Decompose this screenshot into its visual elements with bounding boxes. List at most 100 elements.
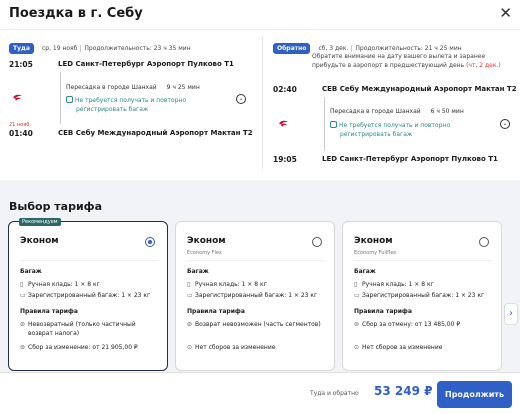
bag-icon: ▯ bbox=[187, 281, 191, 288]
warning-date: (чт, 2 дек.) bbox=[466, 62, 501, 69]
hand-luggage-text: Ручная кладь: 1 × 8 кг bbox=[362, 281, 434, 288]
divider bbox=[20, 260, 158, 261]
suitcase-icon: ▭ bbox=[20, 292, 26, 299]
tariff-radio[interactable] bbox=[312, 237, 322, 247]
outbound-expand-chevron-icon[interactable]: ⌄ bbox=[236, 94, 246, 104]
tariff-card-economy-fullflex[interactable]: Эконом Economy Fullflex Багаж ▯ Ручная кл… bbox=[342, 221, 502, 371]
refund-rule-line1: Невозвратный (только частичный bbox=[28, 321, 136, 328]
rules-label: Правила тарифа bbox=[20, 308, 78, 315]
inbound-date-warning: Обратите внимание на дату вашего вылета … bbox=[312, 52, 501, 70]
bag-icon: ▯ bbox=[20, 281, 24, 288]
tariff-name: Эконом bbox=[20, 236, 59, 246]
header: Поездка в г. Себу ✕ bbox=[0, 0, 520, 30]
inbound-baggage-note: Не требуется получать и повторно регистри… bbox=[330, 121, 450, 139]
checked-baggage: ▭ Зарегистрированный багаж: 1 × 23 кг bbox=[187, 291, 327, 300]
baggage-label: Багаж bbox=[20, 268, 42, 275]
change-fee-rule: ⊜ Сбор за изменение: от 21 905,00 ₽ bbox=[20, 343, 160, 352]
rules-label: Правила тарифа bbox=[354, 308, 412, 315]
inbound-tag: Обратно bbox=[273, 43, 311, 54]
no-refund-icon: ⊘ bbox=[20, 321, 26, 328]
check-circle-icon: ⊙ bbox=[187, 344, 193, 351]
checked-baggage-text: Зарегистрированный багаж: 1 × 23 кг bbox=[362, 292, 485, 299]
baggage-check-icon bbox=[330, 121, 337, 128]
inbound-dep-time: 02:40 bbox=[273, 85, 297, 94]
outbound-transfer-duration: 9 ч 25 мин bbox=[166, 84, 200, 91]
checked-baggage-text: Зарегистрированный багаж: 1 × 23 кг bbox=[195, 292, 318, 299]
total-label: Туда и обратно bbox=[310, 390, 359, 397]
close-icon[interactable]: ✕ bbox=[499, 5, 512, 21]
change-fee-rule: ⊙ Нет сборов за изменение bbox=[354, 343, 494, 352]
refund-rule-text: Возврат невозможен (часть сегментов) bbox=[195, 321, 321, 328]
continue-button[interactable]: Продолжить bbox=[437, 381, 512, 408]
baggage-label: Багаж bbox=[187, 268, 209, 275]
change-fee-text: Нет сборов за изменение bbox=[195, 344, 276, 351]
suitcase-icon: ▭ bbox=[187, 292, 193, 299]
warning-line1: Обратите внимание на дату вашего вылета … bbox=[312, 53, 486, 60]
fee-icon: ⊜ bbox=[20, 344, 26, 351]
suitcase-icon: ▭ bbox=[354, 292, 360, 299]
outbound-note-line2: регистрировать багаж bbox=[76, 106, 149, 113]
outbound-duration: Продолжительность: 23 ч 35 мин bbox=[84, 45, 191, 52]
cancel-fee-text: Сбор за отмену: от 13 485,00 ₽ bbox=[362, 321, 461, 328]
hand-luggage: ▯ Ручная кладь: 1 × 8 кг bbox=[354, 280, 494, 289]
tariff-radio-selected[interactable] bbox=[145, 237, 155, 247]
footer-bar: Туда и обратно 53 249 ₽ Продолжить bbox=[0, 372, 520, 414]
warning-line2: прибудьте в аэропорт в предшествующий де… bbox=[312, 62, 465, 69]
checked-baggage: ▭ Зарегистрированный багаж: 1 × 23 кг bbox=[354, 291, 494, 300]
inbound-route-line bbox=[324, 97, 325, 151]
outbound-arrival-date-note: 21 нояб. bbox=[9, 122, 31, 128]
tariff-name: Эконом bbox=[354, 236, 393, 246]
outbound-transfer-city: Пересадка в городе Шанхай bbox=[66, 84, 157, 91]
outbound-arr-time: 01:40 bbox=[9, 129, 33, 138]
checked-baggage-text: Зарегистрированный багаж: 1 × 23 кг bbox=[28, 292, 151, 299]
fee-icon: ⊜ bbox=[354, 321, 360, 328]
outbound-transfer: Пересадка в городе Шанхай 9 ч 25 мин bbox=[66, 84, 200, 91]
inbound-duration: Продолжительность: 21 ч 25 мин bbox=[355, 45, 462, 52]
inbound-date: сб, 3 дек. bbox=[318, 45, 349, 52]
next-tariffs-chevron-icon[interactable]: › bbox=[504, 303, 518, 325]
refund-rule: ⊘ Невозвратный (только частичный возврат н… bbox=[20, 320, 160, 338]
change-fee-rule: ⊙ Нет сборов за изменение bbox=[187, 343, 327, 352]
divider bbox=[354, 260, 492, 261]
baggage-check-icon bbox=[66, 96, 73, 103]
inbound-arr-time: 19:05 bbox=[273, 155, 297, 164]
change-fee-text: Нет сборов за изменение bbox=[362, 344, 443, 351]
tariff-section-title: Выбор тарифа bbox=[9, 200, 102, 213]
tariff-name: Эконом bbox=[187, 236, 226, 246]
refund-rule: ⊘ Возврат невозможен (часть сегментов) bbox=[187, 320, 327, 329]
inbound-note-line2: регистрировать багаж bbox=[340, 131, 413, 138]
hand-luggage: ▯ Ручная кладь: 1 × 8 кг bbox=[20, 280, 160, 289]
outbound-meta: ср, 19 нояб Продолжительность: 23 ч 35 ми… bbox=[42, 45, 191, 52]
tariff-subname: Economy Fullflex bbox=[354, 250, 397, 256]
total-price: 53 249 ₽ bbox=[374, 384, 433, 398]
airline-logo-icon bbox=[279, 120, 288, 127]
change-fee-text: Сбор за изменение: от 21 905,00 ₽ bbox=[28, 344, 138, 351]
outbound-arr-airport: CEB Себу Международный Аэропорт Мактан Т… bbox=[58, 129, 253, 137]
tariff-radio[interactable] bbox=[479, 237, 489, 247]
hand-luggage-text: Ручная кладь: 1 × 8 кг bbox=[195, 281, 267, 288]
refund-rule-line2: возврат налога) bbox=[28, 330, 80, 337]
divider bbox=[187, 260, 325, 261]
outbound-date: ср, 19 нояб bbox=[42, 45, 78, 52]
rules-label: Правила тарифа bbox=[187, 308, 245, 315]
page-title: Поездка в г. Себу bbox=[9, 6, 143, 21]
segment-divider bbox=[262, 36, 263, 170]
tariff-card-economy[interactable]: Рекомендуем Эконом Багаж ▯ Ручная кладь: … bbox=[8, 218, 168, 371]
inbound-arr-airport: LED Санкт-Петербург Аэропорт Пулково Т1 bbox=[322, 155, 498, 163]
refund-icon: ⊘ bbox=[187, 321, 193, 328]
tariff-card-economy-flex[interactable]: Эконом Economy Flex Багаж ▯ Ручная кладь:… bbox=[175, 221, 335, 371]
check-circle-icon: ⊙ bbox=[354, 344, 360, 351]
booking-page: Поездка в г. Себу ✕ Туда ср, 19 нояб Прод… bbox=[0, 0, 520, 414]
inbound-expand-chevron-icon[interactable]: ⌄ bbox=[500, 119, 510, 129]
outbound-tag: Туда bbox=[9, 43, 34, 54]
outbound-baggage-note: Не требуется получать и повторно регистри… bbox=[66, 96, 186, 114]
baggage-label: Багаж bbox=[354, 268, 376, 275]
hand-luggage-text: Ручная кладь: 1 × 8 кг bbox=[28, 281, 100, 288]
airline-logo-icon bbox=[13, 94, 22, 101]
cancel-fee-rule: ⊜ Сбор за отмену: от 13 485,00 ₽ bbox=[354, 320, 494, 329]
inbound-transfer-city: Пересадка в городе Шанхай bbox=[330, 108, 421, 115]
hand-luggage: ▯ Ручная кладь: 1 × 8 кг bbox=[187, 280, 327, 289]
inbound-note-line1: Не требуется получать и повторно bbox=[339, 122, 451, 129]
inbound-transfer-duration: 6 ч 50 мин bbox=[430, 108, 464, 115]
outbound-note-line1: Не требуется получать и повторно bbox=[75, 97, 187, 104]
